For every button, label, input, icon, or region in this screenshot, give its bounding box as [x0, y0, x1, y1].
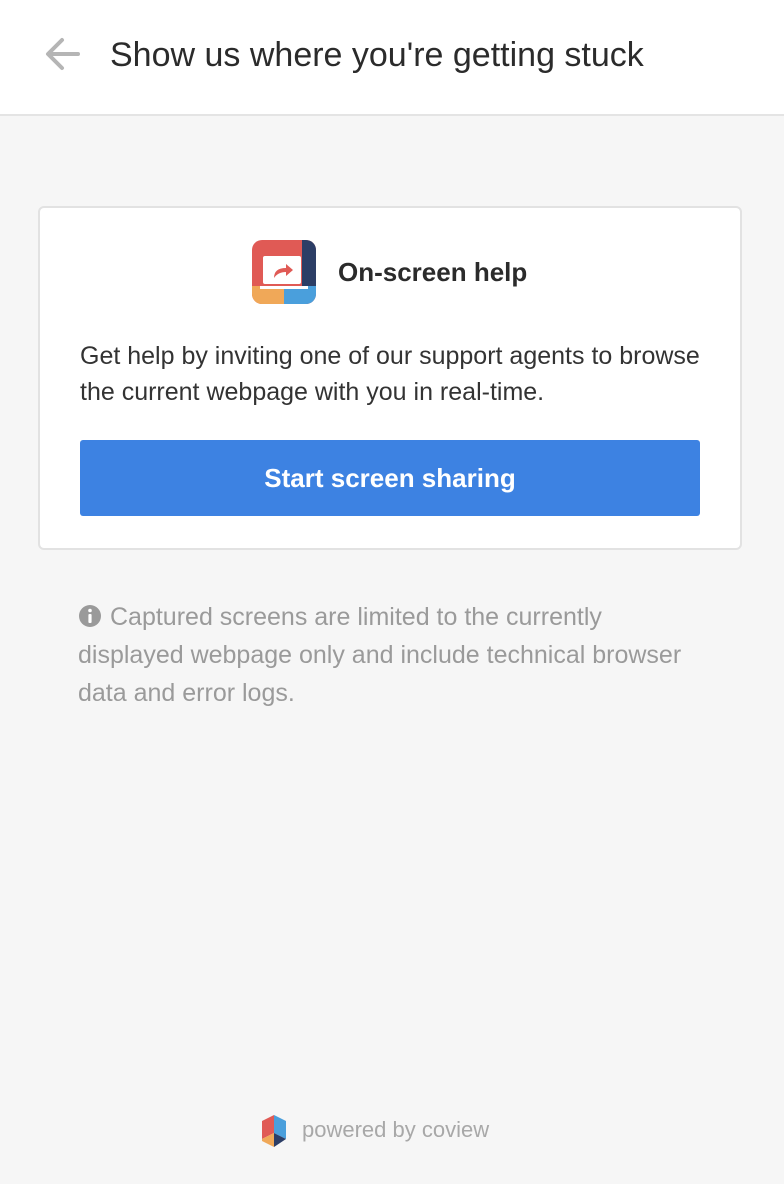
- powered-by-text: powered by coview: [302, 1117, 490, 1142]
- page-title: Show us where you're getting stuck: [110, 36, 644, 74]
- powered-by-footer[interactable]: powered by coview: [258, 1110, 489, 1150]
- disclaimer-text: Captured screens are limited to the curr…: [78, 603, 682, 707]
- coview-logo: [262, 1115, 286, 1147]
- card-title: On-screen help: [338, 256, 528, 287]
- start-screen-sharing-button[interactable]: Start screen sharing: [80, 440, 700, 516]
- back-button[interactable]: [38, 32, 86, 76]
- screen-share-app-icon: [252, 240, 316, 304]
- arrow-left-icon: [46, 38, 80, 70]
- disclaimer-note: Captured screens are limited to the curr…: [78, 598, 698, 712]
- card-description: Get help by inviting one of our support …: [80, 342, 700, 406]
- info-circle-icon: [79, 605, 101, 627]
- top-bar: Show us where you're getting stuck: [0, 0, 784, 116]
- on-screen-help-card: On-screen help Get help by inviting one …: [38, 206, 742, 550]
- card-header: On-screen help: [252, 240, 527, 304]
